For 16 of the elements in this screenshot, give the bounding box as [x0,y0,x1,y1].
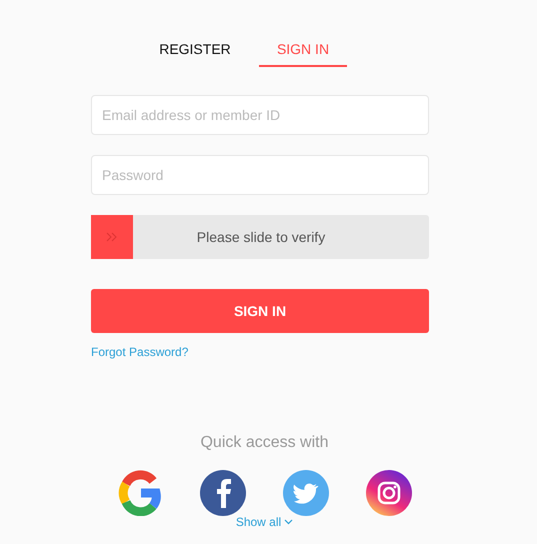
bird-icon[interactable] [283,470,329,516]
sign-in-button[interactable]: SIGN IN [91,289,429,333]
tab[interactable]: REGISTER [151,36,239,67]
facebook-icon[interactable] [200,470,246,516]
slider-label: Please slide to verify [196,229,326,245]
camera-icon[interactable] [366,470,412,516]
caret-icon [284,519,294,525]
forgot-password-link[interactable]: Forgot Password? [91,345,188,359]
google-icon[interactable] [117,470,163,516]
show-all-link[interactable]: Show all [236,515,294,529]
double-chevron-icon [106,232,118,242]
tab[interactable]: SIGN IN [259,36,347,67]
quick-access-heading: Quick access with [200,434,329,452]
email-field[interactable]: Email address or member ID [91,95,429,135]
slider-handle[interactable] [91,215,133,259]
password-field[interactable]: Password [91,155,429,195]
